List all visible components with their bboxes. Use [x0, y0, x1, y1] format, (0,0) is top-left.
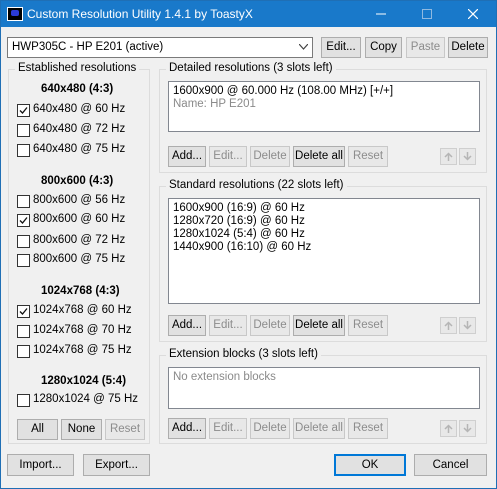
extension-blocks-list[interactable]: No extension blocks: [168, 367, 480, 409]
detailed-reset-button: Reset: [348, 146, 388, 167]
detailed-delete-button: Delete: [250, 146, 290, 167]
check-icon: [19, 107, 28, 114]
checkbox-label: 800x600 @ 56 Hz: [33, 194, 126, 206]
check-icon: [19, 217, 28, 224]
extension-delete-button: Delete: [250, 418, 290, 439]
section-title-1024x768: 1024x768 (4:3): [41, 285, 120, 297]
copy-button[interactable]: Copy: [365, 37, 402, 58]
empty-list-text: No extension blocks: [173, 371, 276, 383]
detailed-add-button[interactable]: Add...: [168, 146, 206, 167]
extension-edit-button: Edit...: [209, 418, 247, 439]
checkbox-label: 640x480 @ 72 Hz: [33, 123, 126, 135]
detailed-group-label: Detailed resolutions (3 slots left): [166, 62, 336, 74]
checkbox-box[interactable]: [17, 235, 30, 248]
app-monitor-icon: [7, 7, 23, 21]
established-group-label: Established resolutions: [15, 62, 140, 74]
list-item[interactable]: 1440x900 (16:10) @ 60 Hz: [173, 241, 311, 253]
arrow-down-icon: [463, 424, 472, 433]
extension-blocks-group: Extension blocks (3 slots left) No exten…: [159, 348, 487, 444]
list-item-name: Name: HP E201: [173, 98, 256, 110]
checkbox-box[interactable]: [17, 345, 30, 358]
maximize-icon: [422, 9, 432, 19]
arrow-down-icon: [463, 321, 472, 330]
title-bar[interactable]: Custom Resolution Utility 1.4.1 by Toast…: [1, 1, 496, 27]
close-button[interactable]: [450, 1, 496, 27]
arrow-up-icon: [444, 321, 453, 330]
detailed-delete-all-button[interactable]: Delete all: [293, 146, 345, 167]
checkbox-box[interactable]: [17, 325, 30, 338]
all-button[interactable]: All: [17, 419, 58, 440]
established-resolutions-group: Established resolutions 640x480 (4:3) 64…: [8, 62, 150, 444]
checkbox-label: 1024x768 @ 75 Hz: [33, 344, 132, 356]
standard-group-label: Standard resolutions (22 slots left): [166, 179, 347, 191]
import-button[interactable]: Import...: [7, 454, 74, 476]
detailed-resolutions-group: Detailed resolutions (3 slots left) 1600…: [159, 62, 487, 173]
window-title: Custom Resolution Utility 1.4.1 by Toast…: [27, 7, 253, 21]
standard-resolutions-group: Standard resolutions (22 slots left) 160…: [159, 179, 487, 342]
detailed-move-down-button: [459, 148, 476, 165]
edit-monitor-button[interactable]: Edit...: [321, 37, 361, 58]
checkbox-label: 1024x768 @ 60 Hz: [33, 304, 132, 316]
list-item[interactable]: 1280x720 (16:9) @ 60 Hz: [173, 215, 305, 227]
established-reset-button: Reset: [105, 419, 145, 440]
checkbox-label: 1024x768 @ 70 Hz: [33, 324, 132, 336]
minimize-button[interactable]: [358, 1, 404, 27]
extension-group-label: Extension blocks (3 slots left): [166, 348, 321, 360]
close-icon: [468, 9, 478, 19]
checkbox-box[interactable]: [17, 394, 30, 407]
checkbox-label: 640x480 @ 60 Hz: [33, 103, 126, 115]
checkbox-label: 800x600 @ 75 Hz: [33, 253, 126, 265]
checkbox-box[interactable]: [17, 144, 30, 157]
detailed-resolutions-list[interactable]: 1600x900 @ 60.000 Hz (108.00 MHz) [+/+] …: [168, 81, 480, 132]
standard-edit-button: Edit...: [209, 315, 247, 336]
checkbox-box[interactable]: [17, 124, 30, 137]
list-item[interactable]: 1280x1024 (5:4) @ 60 Hz: [173, 228, 305, 240]
detailed-edit-button: Edit...: [209, 146, 247, 167]
checkbox-box[interactable]: [17, 104, 30, 117]
extension-add-button[interactable]: Add...: [168, 418, 206, 439]
checkbox-label: 800x600 @ 60 Hz: [33, 213, 126, 225]
standard-move-down-button: [459, 317, 476, 334]
minimize-icon: [376, 13, 386, 15]
arrow-up-icon: [444, 424, 453, 433]
monitor-select[interactable]: HWP305C - HP E201 (active): [7, 37, 313, 58]
none-button[interactable]: None: [61, 419, 102, 440]
monitor-select-value: HWP305C - HP E201 (active): [12, 41, 164, 53]
section-title-640x480: 640x480 (4:3): [41, 83, 114, 95]
check-icon: [19, 308, 28, 315]
main-window: Custom Resolution Utility 1.4.1 by Toast…: [0, 0, 497, 489]
extension-move-up-button: [440, 420, 457, 437]
standard-reset-button: Reset: [348, 315, 388, 336]
detailed-move-up-button: [440, 148, 457, 165]
checkbox-label: 800x600 @ 72 Hz: [33, 234, 126, 246]
checkbox-label: 640x480 @ 75 Hz: [33, 143, 126, 155]
checkbox-box[interactable]: [17, 214, 30, 227]
standard-add-button[interactable]: Add...: [168, 315, 206, 336]
paste-button: Paste: [406, 37, 445, 58]
list-item[interactable]: 1600x900 @ 60.000 Hz (108.00 MHz) [+/+]: [173, 85, 393, 97]
maximize-button: [404, 1, 450, 27]
extension-delete-all-button: Delete all: [293, 418, 345, 439]
section-title-1280x1024: 1280x1024 (5:4): [41, 375, 127, 387]
checkbox-box[interactable]: [17, 254, 30, 267]
list-item[interactable]: 1600x900 (16:9) @ 60 Hz: [173, 202, 305, 214]
standard-move-up-button: [440, 317, 457, 334]
extension-move-down-button: [459, 420, 476, 437]
ok-button[interactable]: OK: [334, 454, 406, 476]
arrow-up-icon: [444, 152, 453, 161]
standard-delete-button: Delete: [250, 315, 290, 336]
export-button[interactable]: Export...: [83, 454, 150, 476]
section-title-800x600: 800x600 (4:3): [41, 175, 114, 187]
arrow-down-icon: [463, 152, 472, 161]
delete-monitor-button[interactable]: Delete: [448, 37, 488, 58]
standard-delete-all-button[interactable]: Delete all: [293, 315, 345, 336]
checkbox-label: 1280x1024 @ 75 Hz: [33, 393, 139, 405]
checkbox-box[interactable]: [17, 305, 30, 318]
chevron-down-icon: [299, 44, 308, 50]
checkbox-box[interactable]: [17, 195, 30, 208]
standard-resolutions-list[interactable]: 1600x900 (16:9) @ 60 Hz 1280x720 (16:9) …: [168, 198, 480, 304]
cancel-button[interactable]: Cancel: [414, 454, 487, 476]
extension-reset-button: Reset: [348, 418, 388, 439]
